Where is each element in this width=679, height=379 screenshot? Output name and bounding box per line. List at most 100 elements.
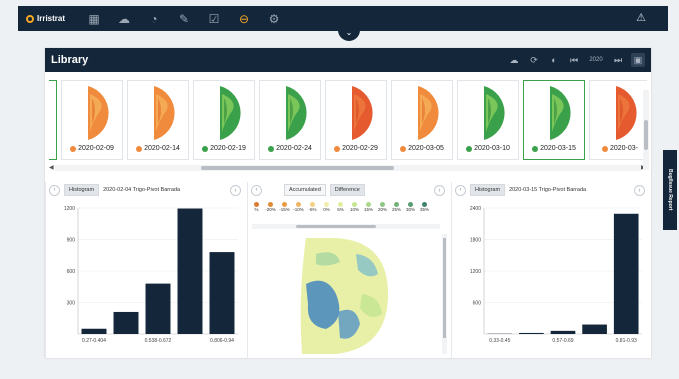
year-label[interactable]: 2020 — [587, 53, 605, 67]
bug-report-tab[interactable]: Bug/Issue Report — [663, 150, 677, 230]
edit-icon[interactable]: ✎ — [176, 11, 192, 27]
brand[interactable]: Irristrat — [18, 14, 78, 23]
nav-icons: ▦ ☁ ◔ ✎ ☑ ⊖ ⚙ — [86, 11, 282, 27]
thumbnail-2020-03-10[interactable]: 2020-03-10 — [457, 80, 519, 160]
thumbnail-2020-03-05[interactable]: 2020-03-05 — [391, 80, 453, 160]
cloud-icon[interactable]: ☁ — [507, 53, 521, 67]
legend-item: -5% — [308, 202, 317, 212]
gauge-icon[interactable]: ◔ — [146, 11, 162, 27]
legend-label: 0% — [323, 207, 330, 212]
status-dot-icon — [334, 145, 341, 152]
status-dot-icon — [400, 145, 407, 152]
next-icon[interactable]: › — [634, 185, 645, 196]
thumbnail-caption: 2020-03-15 — [524, 145, 584, 152]
weather-icon[interactable]: ☁ — [116, 11, 132, 27]
tab-accumulated[interactable]: Accumulated — [284, 184, 326, 196]
contrast-icon[interactable]: ◐ — [547, 53, 561, 67]
first-icon[interactable]: ⏮ — [567, 53, 581, 67]
y-tick-label: 900 — [67, 238, 76, 244]
thumbnail-date: 2020-03- — [609, 145, 639, 152]
status-dot-icon — [70, 145, 77, 152]
thumbnail-2020-03-15[interactable]: 2020-03-15 — [523, 80, 585, 160]
thumbnail-partial[interactable] — [49, 80, 57, 160]
histogram-bar[interactable] — [613, 213, 639, 334]
last-icon[interactable]: ⏭ — [611, 53, 625, 67]
prev-icon[interactable]: ‹ — [251, 184, 262, 196]
calendar-icon[interactable]: ▦ — [86, 11, 102, 27]
prev-icon[interactable]: ‹ — [49, 184, 60, 196]
legend-item: -20% — [265, 202, 276, 212]
legend-item: -15% — [279, 202, 290, 212]
tab-difference[interactable]: Difference — [329, 184, 365, 196]
x-tick-label: 0.33-0.45 — [489, 338, 510, 344]
map-scrollbar[interactable] — [442, 234, 447, 354]
field-image — [352, 86, 373, 140]
legend-item: 15% — [364, 202, 373, 212]
middle-panel-header: ‹ Accumulated Difference › — [248, 182, 451, 198]
next-icon[interactable]: › — [434, 185, 445, 196]
thumbnail-2020-02-14[interactable]: 2020-02-14 — [127, 80, 189, 160]
histogram-bar[interactable] — [177, 208, 203, 334]
tab-histogram-right[interactable]: Histogram — [470, 184, 506, 196]
left-histogram-panel: ‹ Histogram 2020-02-04 Trigo-Pivot Barra… — [45, 182, 247, 358]
y-tick-label: 1800 — [470, 238, 481, 244]
legend-item: 0% — [322, 202, 331, 212]
histogram-bar[interactable] — [145, 283, 171, 334]
y-tick-label: 2400 — [470, 206, 481, 212]
chevron-down-icon[interactable]: ⌄ — [338, 27, 360, 41]
field-image — [220, 86, 241, 140]
histogram-bar[interactable] — [550, 330, 576, 334]
vertical-scrollbar[interactable] — [643, 90, 649, 170]
legend-label: 25% — [392, 207, 402, 212]
warning-icon[interactable]: ⚠ — [636, 11, 646, 24]
library-toolbar: ☁ ⟳ ◐ ⏮ 2020 ⏭ ▣ — [507, 53, 645, 67]
right-histogram-panel: ‹ Histogram 2020-03-15 Trigo-Pivot Barra… — [451, 182, 651, 358]
difference-panel: ‹ Accumulated Difference › % -20% -15% -10%… — [247, 182, 451, 358]
tab-histogram-left[interactable]: Histogram — [64, 184, 100, 196]
thumbnail-2020-02-09[interactable]: 2020-02-09 — [61, 80, 123, 160]
y-tick-label: 1200 — [470, 269, 481, 275]
x-tick-label: 0.806-0.94 — [210, 338, 234, 344]
legend-item: % — [252, 202, 261, 212]
thumbnail-2020-03-[interactable]: 2020-03- — [589, 80, 647, 160]
histogram-bar[interactable] — [582, 324, 607, 334]
difference-map[interactable] — [296, 234, 396, 356]
thumbnail-date: 2020-03-05 — [408, 145, 444, 152]
difference-legend: % -20% -15% -10% -5% 0% 5% 10% 15% 20% 25% 30% 35% — [252, 202, 429, 212]
left-panel-header: ‹ Histogram 2020-02-04 Trigo-Pivot Barra… — [46, 182, 247, 198]
field-image — [616, 86, 637, 140]
thumbnail-2020-02-24[interactable]: 2020-02-24 — [259, 80, 321, 160]
scroll-left-icon[interactable]: ◀ — [49, 164, 54, 171]
thumbnail-date: 2020-03-15 — [540, 145, 576, 152]
irristrat-logo-icon — [26, 14, 34, 23]
toggle-icon[interactable]: ⊖ — [236, 11, 252, 27]
right-panel-title: 2020-03-15 Trigo-Pivot Barrada — [509, 187, 587, 193]
legend-label: 20% — [378, 207, 388, 212]
gear-icon[interactable]: ⚙ — [266, 11, 282, 27]
histogram-bar[interactable] — [209, 252, 235, 334]
histogram-bar[interactable] — [113, 311, 139, 334]
legend-label: 5% — [337, 207, 344, 212]
thumbnail-date: 2020-03-10 — [474, 145, 510, 152]
thumbnail-2020-02-19[interactable]: 2020-02-19 — [193, 80, 255, 160]
legend-item: 35% — [420, 202, 429, 212]
histogram-bar[interactable] — [81, 328, 107, 334]
thumbnail-caption: 2020-03- — [590, 145, 647, 152]
thumbnail-caption: 2020-03-10 — [458, 145, 518, 152]
status-dot-icon — [532, 145, 539, 152]
y-tick-label: 600 — [473, 301, 482, 307]
prev-icon[interactable]: ‹ — [455, 184, 466, 196]
horizontal-scrollbar[interactable] — [55, 165, 641, 171]
legend-label: -10% — [293, 207, 304, 212]
next-icon[interactable]: › — [230, 185, 241, 196]
field-image — [154, 86, 175, 140]
thumbnail-2020-02-29[interactable]: 2020-02-29 — [325, 80, 387, 160]
thumbnail-strip: 2020-02-09 2020-02-14 2020-02-19 2020-02-24… — [49, 76, 647, 174]
legend-label: -15% — [279, 207, 290, 212]
library-title: Library — [51, 54, 89, 66]
refresh-icon[interactable]: ⟳ — [527, 53, 541, 67]
legend-scrollbar[interactable] — [252, 224, 440, 229]
histogram-bar[interactable] — [519, 332, 544, 334]
clipboard-icon[interactable]: ☑ — [206, 11, 222, 27]
fullscreen-icon[interactable]: ▣ — [631, 53, 645, 67]
